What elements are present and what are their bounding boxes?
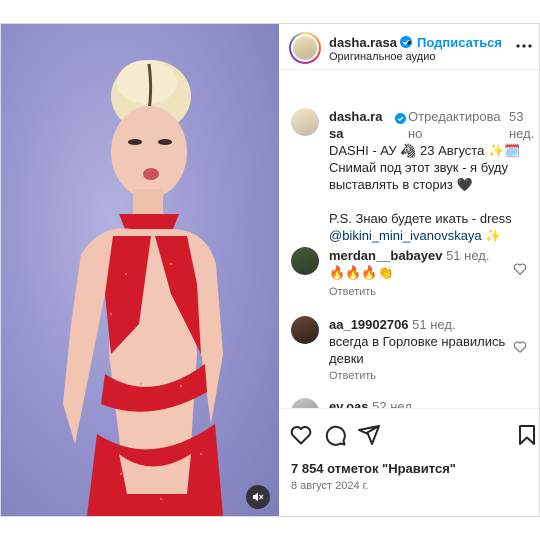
verified-badge-icon [395,113,406,124]
video-frame-person [63,60,223,516]
more-options-icon[interactable] [515,39,533,53]
share-icon[interactable] [357,423,381,447]
comment-username[interactable]: aa_19902706 [329,317,409,332]
comment-time[interactable]: 51 нед. [446,248,489,263]
likes-count[interactable]: 7 854 отметок "Нравится" [291,461,456,476]
author-username[interactable]: dasha.rasa [329,35,397,50]
mute-button[interactable] [246,485,270,509]
follow-button[interactable]: Подписаться [417,35,502,50]
caption-username-cont[interactable]: sa [329,125,391,142]
caption-time-cont[interactable]: нед. [509,125,534,142]
comment-header: merdan__babayev 51 нед. [329,247,489,264]
comment-like-icon[interactable] [513,262,527,276]
audio-link[interactable]: Оригинальное аудио [329,51,436,63]
author-avatar[interactable] [289,32,321,64]
comment-text-line-1: всегда в Горловке нравились [329,334,506,349]
caption-mention[interactable]: @bikini_mini_ivanovskaya [329,228,482,243]
author-username-row[interactable]: dasha.rasa [329,35,412,50]
video-player[interactable] [1,24,279,516]
comment-text: 🔥🔥🔥👏 [329,265,394,280]
comment-username[interactable]: ev.oas [329,399,369,408]
caption-mention-suffix: ✨ [481,228,502,243]
caption-time[interactable]: 53 [509,108,534,125]
comment-header: aa_19902706 51 нед. [329,316,456,333]
comment-time[interactable]: 52 нед. [372,399,415,408]
caption-username[interactable]: dasha.ra [329,108,391,125]
comments-list[interactable]: dasha.ra sa Отредактирова но 53 нед. DAS… [279,70,539,408]
caption-avatar[interactable] [291,108,319,136]
post-sidebar: dasha.rasa • Подписаться Оригинальное ау… [279,24,539,516]
caption-line-3: выставлять в сториз 🖤 [329,177,473,192]
post-date[interactable]: 8 август 2024 г. [291,480,368,492]
comment-header: ev.oas 52 нед. [329,398,416,408]
comment-text: всегда в Горловке нравились девки [329,333,505,367]
comment-icon[interactable] [323,423,347,447]
reply-button[interactable]: Ответить [329,370,376,382]
post-container: dasha.rasa • Подписаться Оригинальное ау… [0,23,540,517]
comment-time[interactable]: 51 нед. [412,317,455,332]
caption-line-1: DASHI - АУ 🦓 23 Августа ✨🗓️ [329,143,521,158]
reply-button[interactable]: Ответить [329,286,376,298]
comment-avatar[interactable] [291,398,319,408]
caption-line-2: Снимай под этот звук - я буду [329,160,509,175]
comment-like-icon[interactable] [513,340,527,354]
comment-username[interactable]: merdan__babayev [329,248,442,263]
comment-text-line-2: девки [329,351,364,366]
caption-text: DASHI - АУ 🦓 23 Августа ✨🗓️ Снимай под э… [329,142,529,244]
comment-avatar[interactable] [291,316,319,344]
header-separator: • [407,35,412,50]
muted-speaker-icon [253,492,264,502]
bookmark-icon[interactable] [515,423,539,447]
caption-line-4: P.S. Знаю будете икать - dress [329,211,512,226]
caption-edited: Отредактирова [408,109,501,124]
caption-edited-cont: но [408,126,423,141]
post-actions: 7 854 отметок "Нравится" 8 август 2024 г… [279,408,539,516]
comment-avatar[interactable] [291,247,319,275]
post-header: dasha.rasa • Подписаться Оригинальное ау… [279,24,539,70]
heart-icon[interactable] [289,423,313,447]
